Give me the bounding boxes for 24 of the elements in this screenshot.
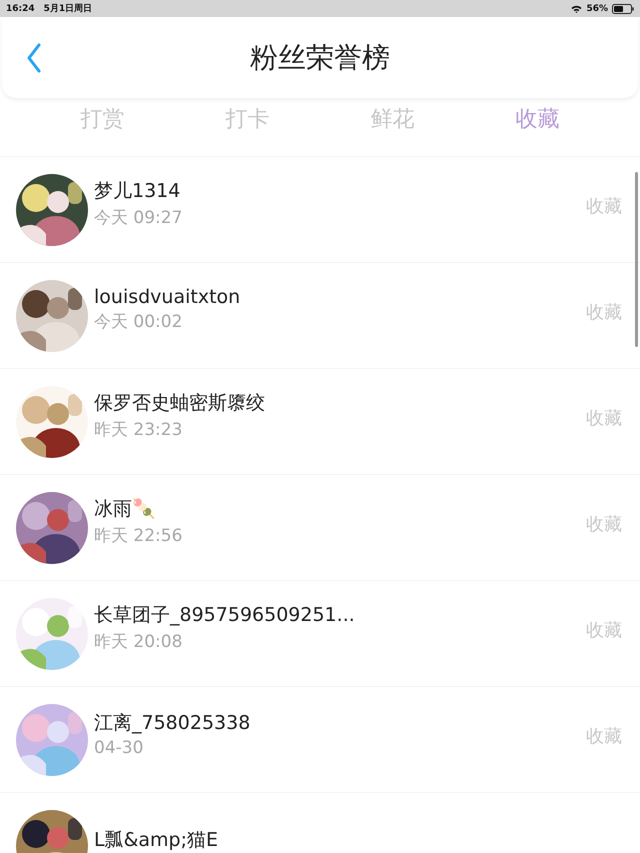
tab[interactable]: 打卡: [208, 104, 288, 146]
back-icon[interactable]: [26, 42, 42, 72]
time-text: 今天 00:02: [94, 311, 184, 333]
time-text: 昨天 23:23: [94, 419, 184, 441]
page-title: 粉丝荣誉榜: [250, 40, 390, 76]
time-text: 04-30: [94, 738, 144, 758]
user-name: louisdvuaitxton: [94, 286, 242, 308]
tab[interactable]: 打赏: [62, 104, 142, 146]
wifi-icon: [571, 4, 582, 12]
status-date: 5月1日周日: [44, 2, 92, 15]
status-time: 16:24: [6, 4, 35, 14]
user-name: L瓢&amp;猫E: [94, 828, 220, 852]
user-name: 江离_758025338: [94, 710, 252, 736]
user-name: 梦儿1314: [94, 179, 182, 204]
tab[interactable]: 收藏: [498, 104, 578, 146]
user-name: 冰雨🍡: [94, 497, 157, 522]
user-name: 保罗否史蚰密斯隳绞: [94, 391, 266, 416]
battery-icon: [612, 4, 634, 14]
battery-percent: 56%: [586, 4, 608, 14]
time-text: 今天 09:27: [94, 207, 184, 229]
user-name: 长草团子_8957596509251...: [94, 603, 356, 628]
time-text: 昨天 20:08: [94, 631, 184, 653]
tab[interactable]: 鲜花: [352, 104, 432, 146]
time-text: 昨天 22:56: [94, 525, 184, 547]
